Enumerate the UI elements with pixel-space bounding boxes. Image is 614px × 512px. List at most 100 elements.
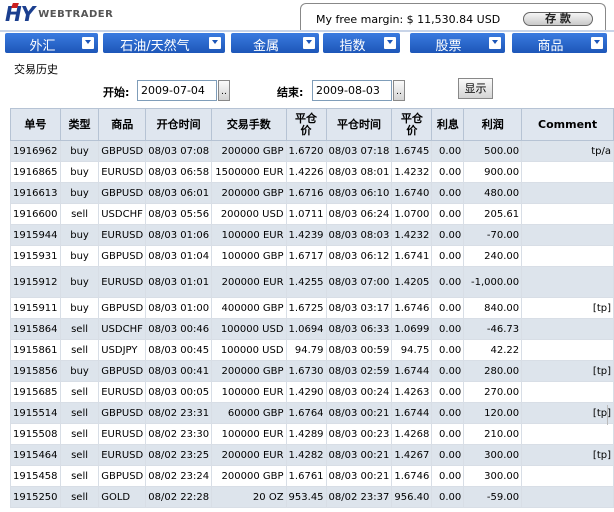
deposit-button[interactable]: 存 款: [523, 12, 593, 26]
start-date-input[interactable]: [137, 80, 217, 101]
table-cell: 400000 GBP: [211, 297, 287, 319]
table-header-row: 单号 类型 商品 开仓时间 交易手数 平仓 价平仓时间 平仓 价利息 利润 Comment: [10, 108, 614, 141]
table-cell: 1.4289: [285, 423, 327, 445]
nav-tab-indices[interactable]: 指数: [323, 33, 400, 54]
table-cell: 200000 GBP: [211, 182, 287, 204]
chevron-down-icon[interactable]: [591, 37, 603, 49]
table-cell: tp/a: [521, 140, 614, 162]
table-cell: 08/02 23:30: [145, 423, 213, 445]
table-cell: buy: [59, 161, 100, 183]
table-cell: -1,000.00: [463, 266, 523, 298]
table-cell: 0.00: [431, 444, 465, 466]
table-cell: 0.00: [431, 465, 465, 487]
table-row[interactable]: 1915685 sell EURUSD 08/03 00:05 100000 EUR 1.…: [10, 381, 614, 403]
table-cell: [521, 245, 614, 267]
table-cell: 300.00: [463, 444, 523, 466]
start-date-picker-button[interactable]: ..: [218, 80, 230, 101]
table-cell: 08/02 23:31: [145, 402, 213, 424]
nav-tab-metals[interactable]: 金属: [231, 33, 319, 54]
chevron-down-icon[interactable]: [82, 37, 94, 49]
nav-tab-commodities[interactable]: 商品: [512, 33, 607, 54]
table-row[interactable]: 1915250 sell GOLD 08/02 22:28 20 OZ 953.45 08/…: [10, 486, 614, 508]
table-cell: 08/03 00:05: [145, 381, 213, 403]
table-cell: 1.6764: [285, 402, 327, 424]
table-cell: sell: [59, 381, 100, 403]
table-cell: 1.0699: [391, 318, 433, 340]
table-cell: 0.00: [431, 245, 465, 267]
table-cell: 200000 GBP: [211, 360, 287, 382]
table-cell: 1.4290: [285, 381, 327, 403]
table-row[interactable]: 1915911 buy GBPUSD 08/03 01:00 400000 GBP 1.6…: [10, 297, 614, 319]
table-cell: USDCHF: [98, 318, 147, 340]
table-row[interactable]: 1915508 sell EURUSD 08/02 23:30 100000 EUR 1.…: [10, 423, 614, 445]
table-cell: [tp]: [521, 444, 614, 466]
chevron-down-icon[interactable]: [384, 37, 396, 49]
table-cell: EURUSD: [98, 381, 147, 403]
column-header: 类型: [59, 108, 100, 141]
table-cell: 1.4282: [285, 444, 327, 466]
start-date-label: 开始:: [103, 86, 130, 99]
column-header: 利润: [463, 108, 523, 141]
table-row[interactable]: 1915944 buy EURUSD 08/03 01:06 100000 EUR 1.4…: [10, 224, 614, 246]
table-cell: 100000 EUR: [211, 423, 287, 445]
table-cell: [521, 423, 614, 445]
show-button[interactable]: 显示: [458, 78, 493, 99]
nav-tab-stocks[interactable]: 股票: [410, 33, 505, 54]
table-cell: 08/02 23:25: [145, 444, 213, 466]
table-cell: 0.00: [431, 161, 465, 183]
chevron-down-icon[interactable]: [209, 37, 221, 49]
table-cell: 94.75: [391, 339, 433, 361]
end-date-input[interactable]: [312, 80, 392, 101]
table-row[interactable]: 1915514 sell GBPUSD 08/02 23:31 60000 GBP 1.6…: [10, 402, 614, 424]
table-cell: 08/03 01:00: [145, 297, 213, 319]
table-row[interactable]: 1916613 buy GBPUSD 08/03 06:01 200000 GBP 1.6…: [10, 182, 614, 204]
table-row[interactable]: 1915861 sell USDJPY 08/03 00:45 100000 USD 94…: [10, 339, 614, 361]
nav-tab-forex[interactable]: 外汇: [5, 33, 98, 54]
table-row[interactable]: 1916865 buy EURUSD 08/03 06:58 1500000 EUR 1.…: [10, 161, 614, 183]
table-cell: 08/03 07:18: [325, 140, 393, 162]
table-cell: 500.00: [463, 140, 523, 162]
table-cell: 900.00: [463, 161, 523, 183]
table-cell: 1915856: [10, 360, 61, 382]
table-cell: 08/03 06:24: [325, 203, 393, 225]
table-row[interactable]: 1916600 sell USDCHF 08/03 05:56 200000 USD 1.…: [10, 203, 614, 225]
column-header: 平仓 价: [285, 108, 327, 141]
table-cell: 1.0711: [285, 203, 327, 225]
table-cell: 08/03 06:01: [145, 182, 213, 204]
table-row[interactable]: 1915912 buy EURUSD 08/03 01:01 200000 EUR 1.4…: [10, 266, 614, 298]
column-header: 交易手数: [211, 108, 287, 141]
nav-tab-oil-gas[interactable]: 石油/天然气: [103, 33, 225, 54]
table-row[interactable]: 1915458 sell GBPUSD 08/02 23:24 200000 GBP 1.…: [10, 465, 614, 487]
table-cell: 1.6716: [285, 182, 327, 204]
table-cell: 0.00: [431, 182, 465, 204]
table-cell: [tp]: [521, 297, 614, 319]
table-cell: 840.00: [463, 297, 523, 319]
nav-bar: 外汇 石油/天然气 金属 指数 股票 商品: [0, 30, 614, 54]
table-cell: GBPUSD: [98, 140, 147, 162]
table-row[interactable]: 1915464 sell EURUSD 08/02 23:25 200000 EUR 1.…: [10, 444, 614, 466]
table-cell: USDCHF: [98, 203, 147, 225]
table-row[interactable]: 1915864 sell USDCHF 08/03 00:46 100000 USD 1.…: [10, 318, 614, 340]
column-header: 商品: [98, 108, 147, 141]
table-cell: 1.6746: [391, 297, 433, 319]
table-cell: 1.6745: [391, 140, 433, 162]
scrollbar[interactable]: [607, 405, 614, 425]
table-cell: 1500000 EUR: [211, 161, 287, 183]
table-row[interactable]: 1915856 buy GBPUSD 08/03 00:41 200000 GBP 1.6…: [10, 360, 614, 382]
table-cell: 1915458: [10, 465, 61, 487]
table-cell: 100000 EUR: [211, 381, 287, 403]
chevron-down-icon[interactable]: [489, 37, 501, 49]
table-cell: 1915912: [10, 266, 61, 298]
table-row[interactable]: 1916962 buy GBPUSD 08/03 07:08 200000 GBP 1.6…: [10, 140, 614, 162]
app-header: HY WEBTRADER My free margin: $ 11,530.84…: [0, 0, 614, 30]
table-cell: buy: [59, 245, 100, 267]
chevron-down-icon[interactable]: [303, 37, 315, 49]
table-cell: 1.6744: [391, 402, 433, 424]
table-cell: 0.00: [431, 339, 465, 361]
table-cell: 0.00: [431, 140, 465, 162]
table-cell: 08/03 00:24: [325, 381, 393, 403]
end-date-picker-button[interactable]: ..: [393, 80, 405, 101]
table-cell: 08/03 00:21: [325, 444, 393, 466]
table-cell: 480.00: [463, 182, 523, 204]
table-row[interactable]: 1915931 buy GBPUSD 08/03 01:04 100000 GBP 1.6…: [10, 245, 614, 267]
